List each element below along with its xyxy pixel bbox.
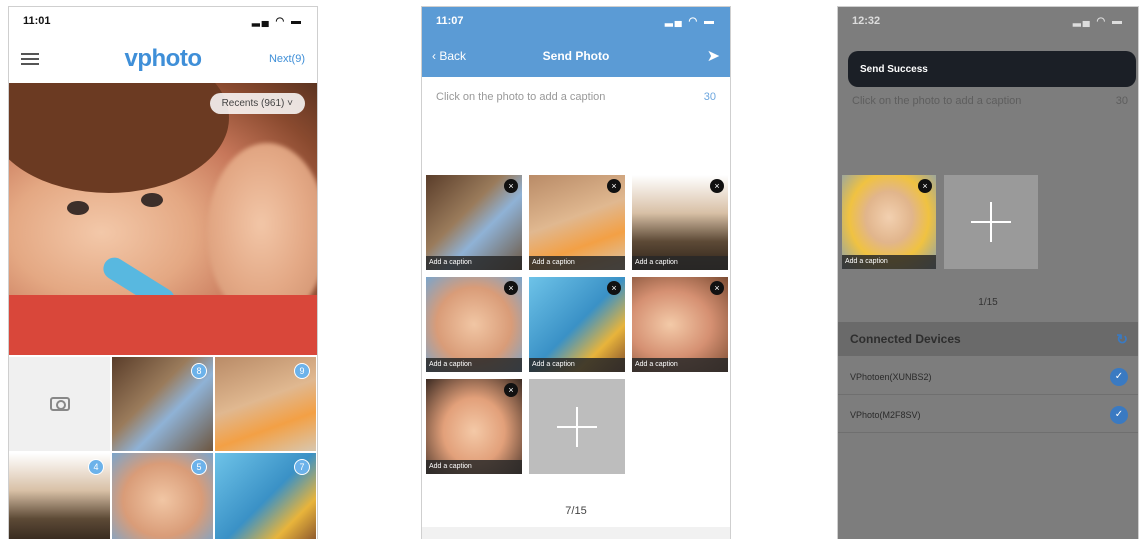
back-button[interactable]: ‹ Back bbox=[432, 49, 466, 63]
device-name: VPhotoen(XUNBS2) bbox=[850, 371, 932, 382]
remove-icon[interactable]: × bbox=[504, 179, 518, 193]
caption-hint: Click on the photo to add a caption bbox=[852, 95, 1022, 107]
add-caption-field[interactable]: Add a caption bbox=[529, 358, 625, 372]
selected-photo[interactable]: × Add a caption bbox=[632, 277, 728, 372]
selected-photo-grid: × Add a caption × Add a caption × Add a … bbox=[426, 175, 728, 474]
status-time: 11:01 bbox=[23, 15, 51, 27]
add-photo-button[interactable] bbox=[944, 175, 1038, 269]
add-caption-field[interactable]: Add a caption bbox=[426, 460, 522, 474]
selected-photo-grid: × Add a caption bbox=[842, 175, 1038, 269]
selected-photo[interactable]: × Add a caption bbox=[529, 175, 625, 270]
remove-icon[interactable]: × bbox=[710, 281, 724, 295]
add-caption-field[interactable]: Add a caption bbox=[426, 358, 522, 372]
phone-send-screen: 11:07 ▂▄ ◠ ▬ ‹ Back Send Photo ➤ Click o… bbox=[421, 6, 731, 539]
add-caption-field[interactable]: Add a caption bbox=[632, 358, 728, 372]
selected-photo[interactable]: × Add a caption bbox=[426, 277, 522, 372]
remove-icon[interactable]: × bbox=[710, 179, 724, 193]
eye-left bbox=[67, 201, 89, 215]
checkmark-icon[interactable]: ✓ bbox=[1110, 405, 1128, 424]
photo-grid: 8 9 4 5 7 bbox=[9, 357, 317, 539]
remove-icon[interactable]: × bbox=[504, 281, 518, 295]
grid-photo[interactable]: 7 bbox=[215, 453, 316, 539]
status-time: 11:07 bbox=[436, 15, 464, 27]
selected-photo[interactable]: × Add a caption bbox=[426, 175, 522, 270]
devices-title: Connected Devices bbox=[850, 332, 961, 346]
selected-photo[interactable]: × Add a caption bbox=[529, 277, 625, 372]
grid-photo[interactable]: 9 bbox=[215, 357, 316, 451]
grid-photo[interactable]: 5 bbox=[112, 453, 213, 539]
grid-photo[interactable]: 4 bbox=[9, 453, 110, 539]
device-row[interactable]: VPhotoen(XUNBS2) ✓ bbox=[838, 359, 1138, 395]
caption-hint-row[interactable]: Click on the photo to add a caption 30 bbox=[422, 77, 730, 117]
status-icons: ▂▄ ◠ ▬ bbox=[251, 15, 303, 27]
home-nav-bar: vphoto Next(9) bbox=[9, 35, 317, 83]
status-icons: ▂▄ ◠ ▬ bbox=[1072, 15, 1124, 27]
devices-header-partial bbox=[422, 527, 730, 539]
device-row[interactable]: VPhoto(M2F8SV) ✓ bbox=[838, 397, 1138, 433]
device-name: VPhoto(M2F8SV) bbox=[850, 409, 921, 420]
send-success-toast: Send Success bbox=[848, 51, 1136, 87]
remove-icon[interactable]: × bbox=[918, 179, 932, 193]
selected-photo[interactable]: × Add a caption bbox=[426, 379, 522, 474]
add-caption-field[interactable]: Add a caption bbox=[529, 256, 625, 270]
selected-photo[interactable]: × Add a caption bbox=[842, 175, 936, 269]
caption-count: 30 bbox=[1115, 95, 1128, 107]
menu-icon[interactable] bbox=[21, 53, 39, 65]
selection-badge: 5 bbox=[191, 459, 207, 475]
add-caption-field[interactable]: Add a caption bbox=[842, 255, 936, 269]
add-caption-field[interactable]: Add a caption bbox=[426, 256, 522, 270]
status-bar: 11:07 ▂▄ ◠ ▬ bbox=[422, 7, 730, 35]
status-bar: 12:32 ▂▄ ◠ ▬ bbox=[838, 7, 1138, 35]
remove-icon[interactable]: × bbox=[504, 383, 518, 397]
caption-hint-row[interactable]: Click on the photo to add a caption 30 bbox=[852, 95, 1128, 107]
caption-hint: Click on the photo to add a caption bbox=[436, 91, 606, 103]
send-icon[interactable]: ➤ bbox=[707, 46, 720, 66]
selection-badge: 9 bbox=[294, 363, 310, 379]
next-button[interactable]: Next(9) bbox=[269, 53, 305, 65]
app-logo: vphoto bbox=[124, 45, 202, 72]
phone-success-screen: 12:32 ▂▄ ◠ ▬ Send Success Click on the p… bbox=[837, 6, 1139, 539]
camera-icon bbox=[49, 397, 70, 411]
page-title: Send Photo bbox=[542, 49, 610, 63]
send-nav-bar: ‹ Back Send Photo ➤ bbox=[422, 35, 730, 77]
photo-counter: 1/15 bbox=[978, 297, 998, 308]
status-bar: 11:01 ▂▄ ◠ ▬ bbox=[9, 7, 317, 35]
plus-icon bbox=[971, 202, 1011, 242]
checkmark-icon[interactable]: ✓ bbox=[1110, 367, 1128, 386]
plus-icon bbox=[557, 406, 597, 447]
connected-devices-header: Connected Devices ↻ bbox=[838, 322, 1138, 356]
selection-badge: 7 bbox=[294, 459, 310, 475]
remove-icon[interactable]: × bbox=[607, 179, 621, 193]
remove-icon[interactable]: × bbox=[607, 281, 621, 295]
grid-photo[interactable]: 8 bbox=[112, 357, 213, 451]
photo-counter: 7/15 bbox=[565, 505, 587, 517]
camera-cell[interactable] bbox=[9, 357, 110, 451]
eye-right bbox=[141, 193, 163, 207]
caption-count: 30 bbox=[703, 91, 716, 103]
add-caption-field[interactable]: Add a caption bbox=[632, 256, 728, 270]
refresh-icon[interactable]: ↻ bbox=[1116, 331, 1128, 348]
status-time: 12:32 bbox=[852, 15, 881, 27]
preview-photo[interactable]: Recents (961) ˅ bbox=[9, 83, 317, 355]
selection-badge: 4 bbox=[88, 459, 104, 475]
album-selector[interactable]: Recents (961) ˅ bbox=[209, 93, 305, 114]
status-icons: ▂▄ ◠ ▬ bbox=[664, 15, 716, 27]
selection-badge: 8 bbox=[191, 363, 207, 379]
selected-photo[interactable]: × Add a caption bbox=[632, 175, 728, 270]
add-photo-button[interactable] bbox=[529, 379, 625, 474]
send-header: 11:07 ▂▄ ◠ ▬ ‹ Back Send Photo ➤ bbox=[422, 7, 730, 77]
phone-home-screen: 11:01 ▂▄ ◠ ▬ vphoto Next(9) Recents (961… bbox=[8, 6, 318, 539]
